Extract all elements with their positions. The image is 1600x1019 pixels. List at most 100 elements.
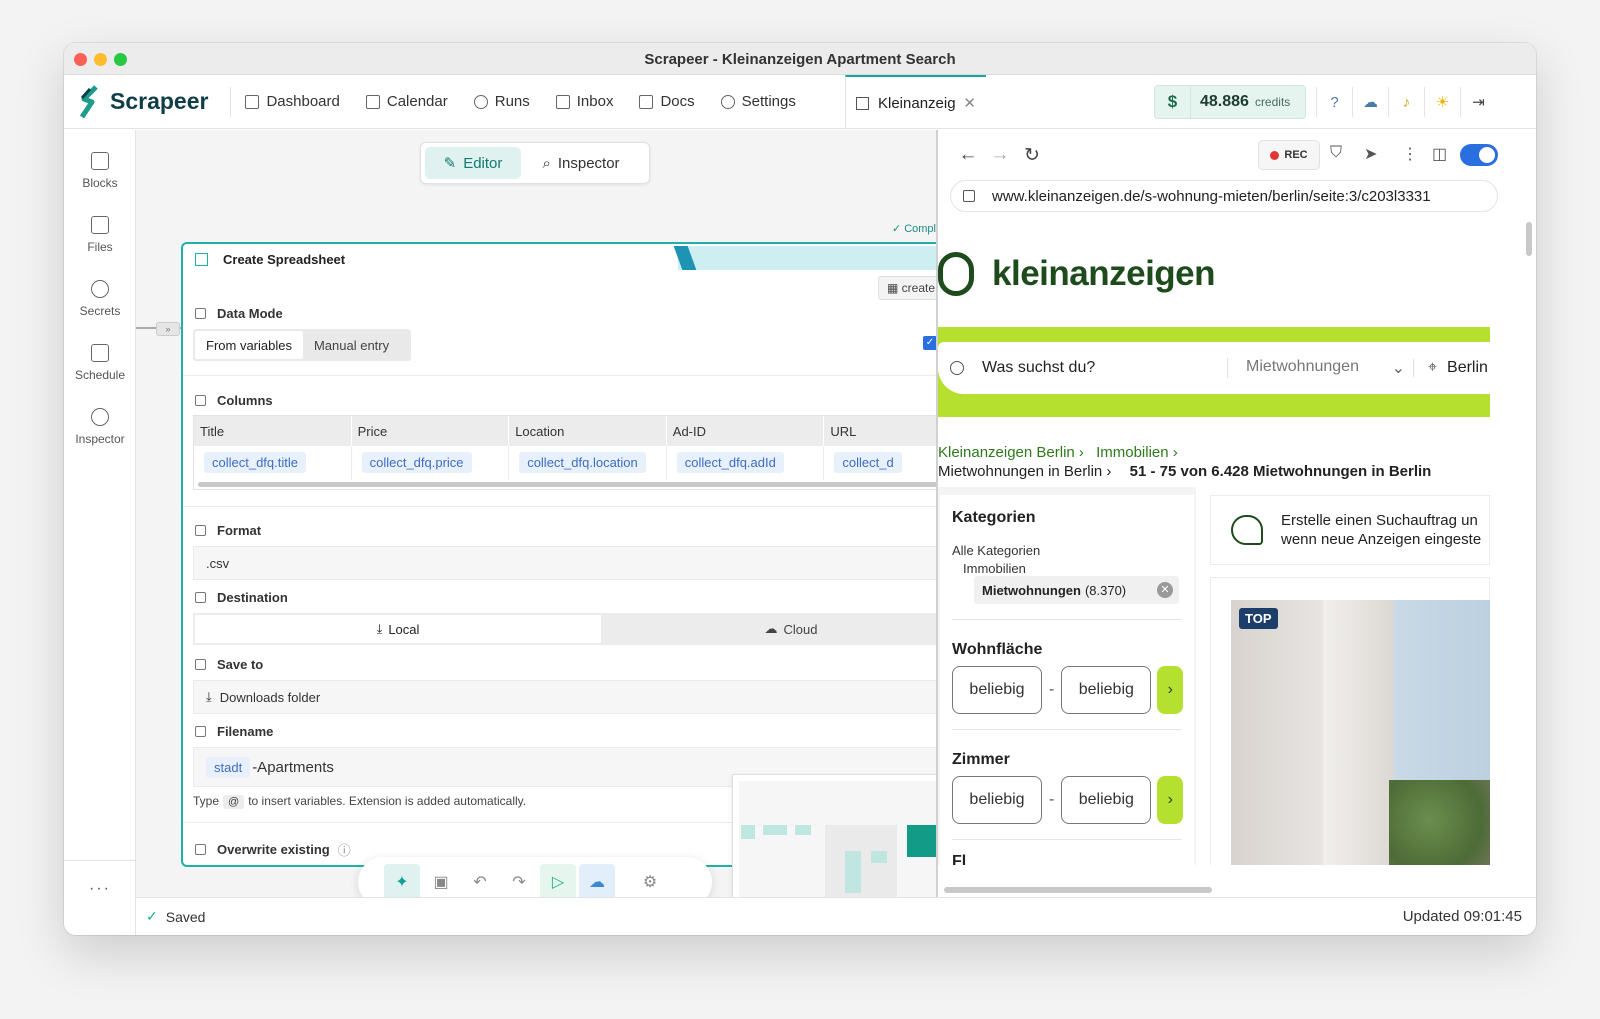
column-cell[interactable]: collect_dfq.title — [194, 446, 352, 480]
node-input-handle[interactable]: » — [156, 322, 180, 336]
listing-card[interactable]: TOP — [1210, 577, 1490, 865]
record-dot-icon — [1270, 150, 1280, 160]
columns-scrollbar[interactable] — [198, 482, 936, 487]
forward-icon[interactable]: → — [984, 144, 1016, 166]
app-logo[interactable]: Scrapeer — [76, 84, 208, 120]
variable-chip[interactable]: collect_dfq.price — [361, 452, 472, 473]
redo-icon[interactable]: ↷ — [501, 864, 537, 897]
nav-dashboard-label: Dashboard — [266, 93, 340, 110]
kleinanzeigen-logo[interactable]: kleinanzeigen — [938, 252, 1216, 296]
play-icon[interactable]: ▷ — [540, 864, 576, 897]
cloud-option[interactable]: ☁ Cloud — [601, 621, 936, 637]
remove-filter-icon[interactable]: ✕ — [1157, 582, 1173, 598]
breadcrumb-link[interactable]: Mietwohnungen in Berlin › — [938, 463, 1111, 480]
save-icon[interactable]: ▣ — [423, 864, 459, 897]
editor-mode-button[interactable]: ✎ Editor — [425, 147, 521, 179]
url-bar[interactable]: www.kleinanzeigen.de/s-wohnung-mieten/be… — [950, 180, 1498, 212]
variable-chip[interactable]: collect_dfq.location — [519, 452, 646, 473]
from-variables-option[interactable]: From variables — [195, 331, 303, 359]
cloud-icon[interactable]: ☁ — [1352, 87, 1388, 117]
nav-calendar[interactable]: Calendar — [365, 93, 448, 110]
breadcrumb-link[interactable]: Immobilien › — [1096, 444, 1178, 461]
category-select[interactable]: Mietwohnungen ⌄ — [1227, 358, 1413, 378]
search-alert-card[interactable]: Erstelle einen Suchauftrag un wenn neue … — [1210, 495, 1490, 565]
manual-entry-option[interactable]: Manual entry — [303, 338, 400, 353]
inspector-mode-button[interactable]: ⌕ Inspector — [521, 147, 641, 179]
undo-icon[interactable]: ↶ — [462, 864, 498, 897]
workflow-canvas[interactable]: ✎ Editor ⌕ Inspector ✓ Compl » Create Spre… — [136, 130, 936, 897]
selected-category-chip[interactable]: Mietwohnungen (8.370) ✕ — [974, 576, 1179, 604]
cursor-icon[interactable]: ➤ — [1364, 144, 1377, 164]
immobilien-link[interactable]: Immobilien — [963, 561, 1026, 576]
help-icon[interactable]: ? — [1316, 87, 1352, 117]
node-checkbox[interactable]: ✓ — [923, 336, 936, 350]
site-search-input[interactable]: Was suchst du? — [982, 359, 1227, 377]
more-options-button[interactable]: ··· — [64, 880, 136, 898]
tab-kleinanzeigen[interactable]: Kleinanzeig ✕ — [845, 75, 986, 129]
variable-chip[interactable]: collect_dfq.title — [204, 452, 306, 473]
wohnflaeche-max-input[interactable]: beliebig — [1061, 666, 1152, 714]
node-title: Create Spreadsheet — [223, 251, 346, 267]
column-header: Ad-ID — [667, 416, 825, 446]
close-tab-icon[interactable]: ✕ — [963, 94, 976, 112]
column-cell[interactable]: collect_dfq.location — [509, 446, 667, 480]
chevron-right-icon[interactable]: › — [1157, 666, 1184, 714]
chevron-right-icon[interactable]: › — [1157, 776, 1184, 824]
create-spreadsheet-node[interactable]: Create Spreadsheet ▦ create Data Mode Fr… — [181, 242, 936, 897]
browser-toggle[interactable] — [1460, 144, 1498, 166]
nav-settings[interactable]: Settings — [720, 93, 796, 110]
telescope-icon: ⌕ — [542, 154, 551, 172]
column-cell[interactable]: collect_dfq.price — [352, 446, 510, 480]
create-chip[interactable]: ▦ create — [878, 276, 936, 300]
back-icon[interactable]: ← — [952, 144, 984, 166]
breadcrumb-link[interactable]: Kleinanzeigen Berlin › — [938, 444, 1084, 461]
kategorien-heading: Kategorien — [952, 509, 1036, 526]
logout-icon[interactable]: ⇥ — [1460, 87, 1496, 117]
variable-chip[interactable]: collect_dfq.adId — [676, 452, 784, 473]
minimap-node — [871, 851, 887, 863]
variable-chip[interactable]: collect_d — [834, 452, 902, 473]
shield-icon[interactable]: ⛉ — [1330, 144, 1342, 162]
record-button[interactable]: REC — [1258, 140, 1320, 170]
zimmer-max-input[interactable]: beliebig — [1061, 776, 1152, 824]
sparkle-icon[interactable]: ✦ — [384, 864, 420, 897]
alle-kategorien-link[interactable]: Alle Kategorien — [952, 543, 1040, 558]
nav-docs[interactable]: Docs — [639, 93, 695, 110]
results-count: 51 - 75 von 6.428 Mietwohnungen in Berli… — [1129, 463, 1432, 480]
sidebar-item-inspector[interactable]: Inspector — [64, 408, 136, 446]
sidebar-item-blocks[interactable]: Blocks — [64, 152, 136, 190]
browser-horizontal-scrollbar[interactable] — [944, 887, 1212, 893]
gear-icon[interactable]: ⚙ — [632, 864, 668, 897]
browser-vertical-scrollbar[interactable] — [1526, 222, 1532, 256]
cloud-run-icon[interactable]: ☁ — [579, 864, 615, 897]
format-select[interactable]: .csv — [193, 546, 936, 580]
nav-dashboard[interactable]: Dashboard — [245, 93, 340, 110]
location-input[interactable]: ⌖ Berlin — [1413, 359, 1488, 377]
spreadsheet-icon — [195, 252, 208, 266]
calendar-icon — [365, 94, 380, 109]
more-vertical-icon[interactable]: ⋮ — [1402, 144, 1418, 164]
sidebar-divider — [64, 860, 136, 861]
bell-icon[interactable]: ♪ — [1388, 87, 1424, 117]
sidebar-item-files[interactable]: Files — [64, 216, 136, 254]
sun-icon[interactable]: ☀ — [1424, 87, 1460, 117]
column-cell[interactable]: collect_d — [824, 446, 936, 480]
sidebar-item-secrets[interactable]: Secrets — [64, 280, 136, 318]
local-option[interactable]: ⤓ Local — [195, 615, 601, 643]
panel-icon[interactable]: ◫ — [1432, 144, 1447, 164]
variable-chip[interactable]: stadt — [206, 756, 251, 778]
nav-runs[interactable]: Runs — [473, 93, 530, 110]
credits-badge[interactable]: $ 48.886 credits — [1154, 85, 1306, 119]
zimmer-min-input[interactable]: beliebig — [952, 776, 1042, 824]
minimap[interactable] — [732, 774, 936, 897]
nav-settings-label: Settings — [741, 93, 796, 110]
column-cell[interactable]: collect_dfq.adId — [667, 446, 825, 480]
save-to-select[interactable]: ⤓ Downloads folder — [193, 680, 936, 714]
columns-value-row: collect_dfq.title collect_dfq.price coll… — [194, 446, 936, 480]
zimmer-range: beliebig - beliebig › — [952, 776, 1184, 824]
sidebar-item-schedule[interactable]: Schedule — [64, 344, 136, 382]
wohnflaeche-min-input[interactable]: beliebig — [952, 666, 1042, 714]
reload-icon[interactable]: ↻ — [1016, 144, 1048, 167]
column-header: Location — [509, 416, 667, 446]
nav-inbox[interactable]: Inbox — [555, 93, 613, 110]
